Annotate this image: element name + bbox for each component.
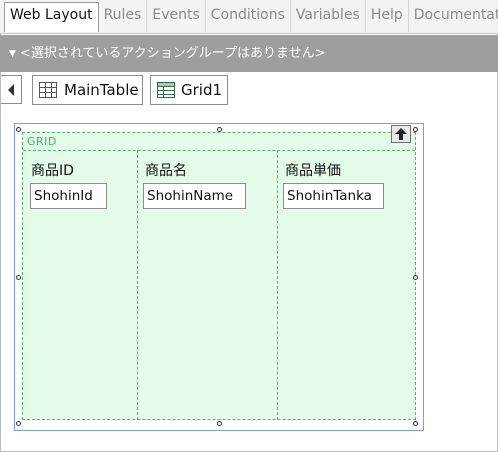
resize-handle-top-left[interactable]	[16, 127, 21, 132]
tab-rules[interactable]: Rules	[99, 0, 148, 32]
column-divider	[277, 150, 278, 420]
resize-handle-bottom-left[interactable]	[16, 421, 21, 426]
tab-conditions[interactable]: Conditions	[206, 0, 291, 32]
breadcrumb-item-maintable[interactable]: MainTable	[32, 75, 143, 105]
column-title-shohin-tanka: 商品単価	[285, 163, 341, 179]
resize-handle-top-right[interactable]	[413, 127, 418, 132]
tab-variables[interactable]: Variables	[291, 0, 366, 32]
field-shohin-tanka[interactable]: ShohinTanka	[283, 183, 384, 209]
tab-web-layout[interactable]: Web Layout	[4, 2, 99, 32]
action-group-bar[interactable]: ▼ <選択されているアクショングループはありません>	[0, 35, 498, 72]
grid-header-divider	[23, 150, 415, 151]
action-group-label: <選択されているアクショングループはありません>	[19, 46, 326, 61]
arrow-up-icon	[395, 128, 407, 140]
resize-handle-bottom-right[interactable]	[413, 421, 418, 426]
resize-handle-bottom[interactable]	[217, 421, 222, 426]
grid-icon	[157, 82, 175, 98]
breadcrumb-item-grid1[interactable]: Grid1	[150, 75, 228, 105]
tab-strip: Web Layout Rules Events Conditions Variables…	[0, 0, 498, 34]
select-parent-button[interactable]	[391, 125, 411, 143]
tab-documentation[interactable]: Documentation	[409, 0, 498, 32]
resize-handle-right[interactable]	[413, 275, 418, 280]
breadcrumb-label-maintable: MainTable	[64, 81, 139, 99]
column-divider	[137, 150, 138, 420]
resize-handle-left[interactable]	[16, 275, 21, 280]
column-title-shohin-id: 商品ID	[31, 163, 74, 179]
tab-events[interactable]: Events	[147, 0, 206, 32]
back-arrow-button[interactable]	[1, 75, 22, 104]
grid-title: GRID	[27, 135, 57, 148]
table-icon	[39, 82, 57, 98]
back-arrow-icon	[8, 84, 14, 96]
breadcrumb-label-grid1: Grid1	[181, 81, 223, 99]
tab-help[interactable]: Help	[366, 0, 409, 32]
grid-control[interactable]	[22, 132, 416, 420]
field-shohin-name[interactable]: ShohinName	[143, 183, 246, 209]
field-shohin-id[interactable]: ShohinId	[30, 183, 107, 209]
column-title-shohin-name: 商品名	[145, 163, 187, 179]
collapse-triangle-icon[interactable]: ▼	[9, 36, 16, 73]
resize-handle-top[interactable]	[217, 127, 222, 132]
